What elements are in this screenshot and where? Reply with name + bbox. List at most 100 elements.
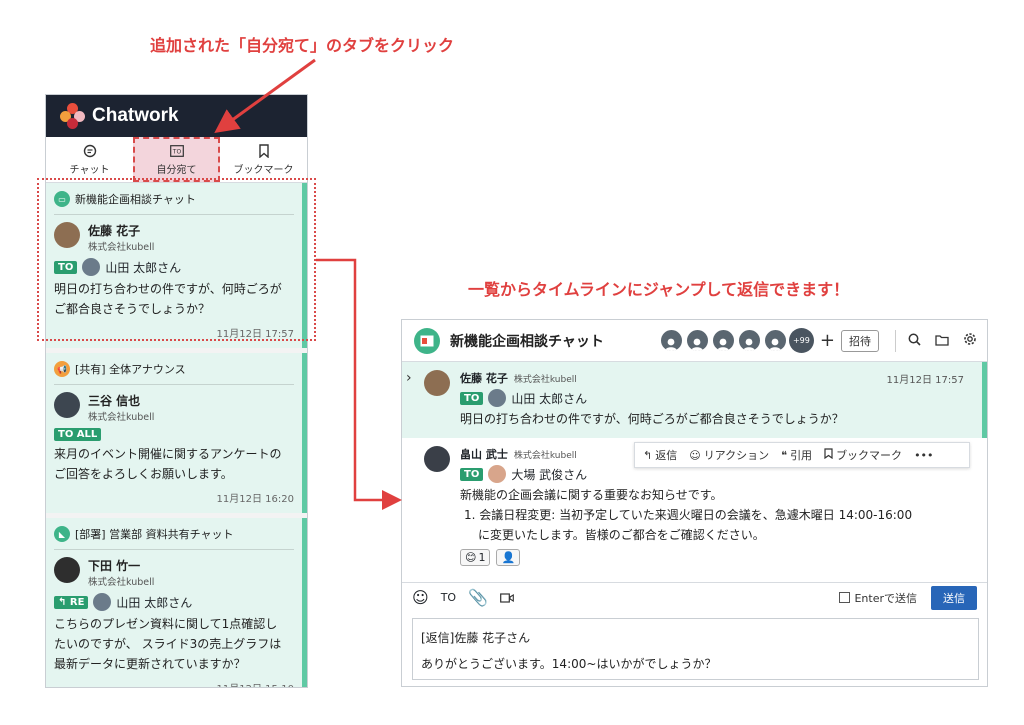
message-editor[interactable]: [返信]佐藤 花子さん ありがとうございます。14:00~はいかがでしょうか？ (412, 618, 979, 680)
message-line: こちらのプレゼン資料に関して1点確認し (54, 617, 278, 631)
avatar (93, 593, 112, 611)
member-avatars[interactable]: +99 (658, 328, 814, 353)
invite-button[interactable]: 招待 (841, 329, 879, 352)
tab-to-me-label: 自分宛て (156, 164, 197, 176)
avatar (54, 392, 80, 418)
card-room-header: ◣ [部署] 営業部 資料共有チャット (54, 526, 294, 550)
timeline-message-highlighted[interactable]: › 11月12日 17:57 佐藤 花子 株式会社kubell TO 山田 太郎さ… (402, 362, 987, 438)
instruction-caption-middle: 一覧からタイムラインにジャンプして返信できます！ (468, 280, 850, 299)
brand-name: Chatwork (92, 105, 179, 126)
to-badge: TO (460, 391, 484, 405)
tab-bookmark-label: ブックマーク (233, 164, 294, 176)
recipient-name: 大場 武俊さん (511, 467, 588, 482)
reply-badge: ↰ RE (54, 595, 89, 609)
reply-arrow-icon: ↰ (643, 448, 653, 462)
search-icon[interactable] (908, 331, 921, 350)
bookmark-action[interactable]: ブックマーク (824, 447, 902, 463)
bookmark-icon (824, 448, 833, 462)
reply-action[interactable]: ↰ 返信 (643, 447, 677, 463)
reply-label: 返信 (655, 449, 678, 462)
message-text: 明日の打ち合わせの件ですが、何時ごろがご都合良さそうでしょうか？ (460, 412, 844, 426)
room-icon (414, 327, 440, 354)
reaction-chip[interactable]: 😊 1 (460, 549, 491, 566)
avatar (488, 389, 507, 407)
room-name: [部署] 営業部 資料共有チャット (75, 528, 234, 541)
reaction-count: 1 (478, 551, 486, 564)
folder-icon: ◣ (54, 526, 70, 542)
to-all-badge: TO ALL (54, 428, 102, 441)
member-avatar (658, 328, 684, 353)
svg-text:TO: TO (171, 148, 181, 155)
message-list-item: 1. 会議日程変更: 当初予定していた来週火曜日の会議を、急遽木曜日 14:00… (464, 508, 913, 522)
arrow-to-timeline (316, 258, 402, 510)
highlight-box (37, 178, 316, 341)
sender-name: 下田 竹一 (88, 559, 141, 573)
mention-card[interactable]: 📢 [共有] 全体アナウンス 三谷 信也 株式会社kubell TO ALL 来… (46, 353, 307, 513)
message-text: 新機能の企画会議に関する重要なお知らせです。 (460, 488, 723, 502)
smile-icon: ☺ (689, 448, 701, 462)
reply-arrow-icon: ↰ (58, 596, 70, 608)
sender-company: 株式会社kubell (513, 375, 577, 385)
instruction-caption-top: 追加された「自分宛て」のタブをクリック (150, 36, 455, 55)
message-action-bar: ↰ 返信 ☺ リアクション ❝ 引用 ブックマーク ••• (634, 442, 970, 468)
tab-chat[interactable]: チャット (46, 137, 133, 182)
message-list-item-cont: に変更いたします。皆様のご都合をご確認ください。 (478, 528, 765, 542)
chevron-right-icon: › (406, 370, 412, 386)
editor-line: ありがとうございます。14:00~はいかがでしょうか？ (421, 657, 717, 671)
editor-line: [返信]佐藤 花子さん (421, 631, 531, 645)
add-member-button[interactable]: + (820, 330, 835, 351)
folder-icon[interactable] (935, 331, 949, 350)
avatar (488, 465, 507, 483)
mention-card[interactable]: ◣ [部署] 営業部 資料共有チャット 下田 竹一 株式会社kubell ↰ R… (46, 518, 307, 687)
quote-icon: ❝ (781, 448, 788, 462)
mobile-header: Chatwork (46, 95, 307, 137)
message-line: 最新データに更新されていますか？ (54, 657, 246, 671)
member-avatar (736, 328, 762, 353)
timestamp: 11月12日 15:10 (54, 680, 294, 687)
timestamp: 11月12日 17:57 (886, 375, 964, 386)
member-avatar (762, 328, 788, 353)
attachment-icon[interactable]: 📎 (468, 588, 488, 607)
tab-chat-label: チャット (69, 164, 110, 176)
video-icon[interactable] (500, 588, 514, 607)
smile-emoji-icon: 😊 (465, 551, 477, 564)
member-avatar (684, 328, 710, 353)
read-status-button[interactable]: 👤 (496, 549, 521, 566)
more-members-count[interactable]: +99 (788, 328, 814, 353)
chat-icon (83, 144, 97, 158)
to-button[interactable]: TO (441, 591, 456, 604)
timestamp: 11月12日 16:20 (216, 494, 294, 505)
chatwork-logo-icon (60, 103, 86, 129)
bookmark-label: ブックマーク (836, 449, 903, 462)
composer-toolbar: ☺ TO 📎 Enterで送信 送信 (402, 582, 987, 612)
sender-company: 株式会社kubell (88, 412, 155, 423)
quote-label: 引用 (790, 449, 813, 462)
card-room-header: 📢 [共有] 全体アナウンス (54, 361, 294, 385)
sender-name: 畠山 武士 (460, 448, 508, 461)
room-header: 新機能企画相談チャット +99 + 招待 (402, 320, 987, 362)
more-options-icon[interactable]: ••• (914, 449, 933, 462)
reaction-label: リアクション (703, 449, 770, 462)
desktop-chat-panel: 新機能企画相談チャット +99 + 招待 › 11月12日 17:57 佐藤 花… (401, 319, 988, 687)
send-button[interactable]: 送信 (931, 585, 977, 610)
emoji-icon[interactable]: ☺ (412, 588, 429, 607)
enter-to-send-checkbox[interactable] (839, 592, 851, 603)
room-title: 新機能企画相談チャット (450, 333, 604, 350)
message-line: 来月のイベント開催に関するアンケートの (54, 447, 282, 461)
enter-to-send-label: Enterで送信 (854, 591, 917, 605)
tab-to-me[interactable]: TO 自分宛て (133, 137, 220, 182)
message-line: ご回答をよろしくお願いします。 (54, 467, 233, 481)
reaction-action[interactable]: ☺ リアクション (689, 447, 769, 463)
tab-bookmark[interactable]: ブックマーク (220, 137, 307, 182)
sender-company: 株式会社kubell (88, 577, 155, 588)
sender-name: 三谷 信也 (88, 394, 141, 408)
avatar (424, 446, 450, 472)
to-badge: TO (460, 467, 484, 481)
to-icon: TO (169, 144, 184, 158)
recipient-name: 山田 太郎さん (511, 391, 588, 406)
gear-icon[interactable] (963, 331, 977, 350)
reply-badge-label: RE (69, 596, 85, 608)
read-users-icon: 👤 (501, 551, 516, 564)
quote-action[interactable]: ❝ 引用 (781, 447, 812, 463)
member-avatar (710, 328, 736, 353)
